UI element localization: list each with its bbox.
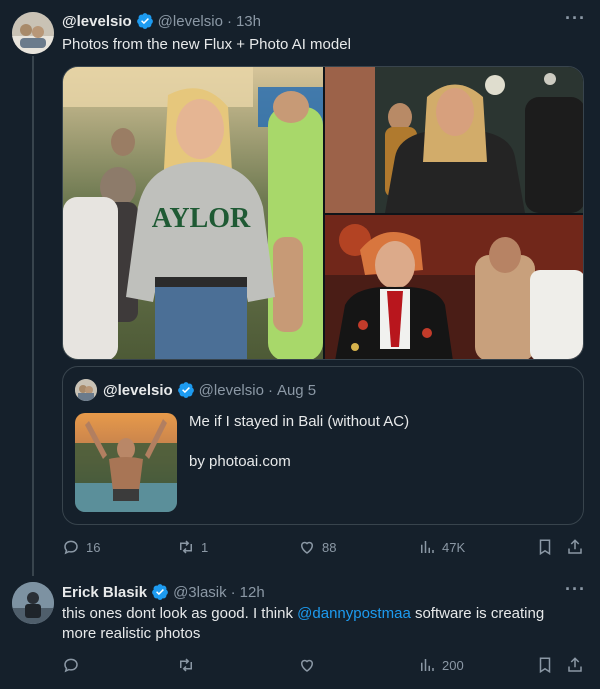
more-options-icon[interactable]: ··· [565,8,586,29]
view-count: 200 [442,657,464,673]
views-button[interactable]: 47K [418,538,465,556]
reply-button[interactable]: 16 [62,538,100,556]
photo-man-suit[interactable] [325,215,583,359]
quote-header: @levelsio @levelsio · Aug 5 [103,381,316,399]
separator-dot: · [226,12,232,30]
analytics-icon [421,659,434,671]
like-count: 88 [322,539,337,555]
retweet-count: 1 [201,539,209,555]
quote-date: Aug 5 [276,381,317,399]
reply-display-name[interactable]: Erick Blasik [62,584,147,601]
bookmark-icon [539,657,551,674]
reply-more-options-icon[interactable]: ··· [565,579,586,600]
reply-handle[interactable]: @3lasik [173,584,227,601]
like-button[interactable]: 88 [298,538,336,556]
reply-icon [64,540,78,555]
analytics-icon [421,541,434,553]
reply-actions: 200 [62,656,584,676]
retweet-button[interactable] [177,656,195,674]
media-grid: AYLOR [62,66,584,360]
reply-button[interactable] [62,656,80,674]
quote-photo-bali[interactable] [75,413,177,512]
verified-badge-icon [136,13,153,29]
timestamp[interactable]: 13h [236,13,261,30]
share-button[interactable] [566,538,584,556]
bookmark-button[interactable] [536,538,554,556]
verified-badge-icon [177,382,194,398]
reply-avatar[interactable] [12,582,54,624]
reply-count: 16 [86,539,101,555]
reply-header: Erick Blasik @3lasik · 12h [62,583,265,601]
separator-dot: · [230,583,236,601]
handle[interactable]: @levelsio [158,13,223,30]
quote-avatar[interactable] [75,379,97,401]
heart-icon [300,659,314,672]
quote-display-name: @levelsio [103,381,173,399]
retweet-icon [180,540,192,554]
avatar[interactable] [12,12,54,54]
share-icon [568,657,582,672]
retweet-button[interactable]: 1 [177,538,208,556]
thread-line [32,56,34,576]
share-button[interactable] [566,656,584,674]
retweet-icon [180,658,192,672]
separator-dot: · [267,381,273,399]
photo-woman-hoodie[interactable]: AYLOR [63,67,323,359]
tweet-actions: 16 1 88 47K [62,538,584,558]
like-button[interactable] [298,656,316,674]
quoted-tweet[interactable]: @levelsio @levelsio · Aug 5 Me if I stay… [62,366,584,525]
reply-text: this ones dont look as good. I think @da… [62,604,582,644]
view-count: 47K [442,539,466,555]
tweet-text: Photos from the new Flux + Photo AI mode… [62,36,351,53]
bookmark-icon [539,539,551,556]
photo-woman-concert[interactable] [325,67,583,213]
display-name[interactable]: @levelsio [62,13,132,30]
quote-handle: @levelsio [198,381,264,399]
tweet-header: @levelsio @levelsio · 13h [62,12,261,30]
mention-link[interactable]: @dannypostmaa [297,605,411,622]
reply-icon [64,658,78,673]
hoodie-lettering: AYLOR [152,203,251,234]
verified-badge-icon [152,584,168,600]
quote-text-line2: by photoai.com [189,453,291,470]
quote-text-line1: Me if I stayed in Bali (without AC) [189,413,410,430]
reply-text-start: this ones dont look as good. I think [62,605,298,622]
reply-timestamp[interactable]: 12h [240,584,265,601]
bookmark-button[interactable] [536,656,554,674]
views-button[interactable]: 200 [418,656,464,674]
share-icon [568,539,582,554]
heart-icon [300,541,314,554]
